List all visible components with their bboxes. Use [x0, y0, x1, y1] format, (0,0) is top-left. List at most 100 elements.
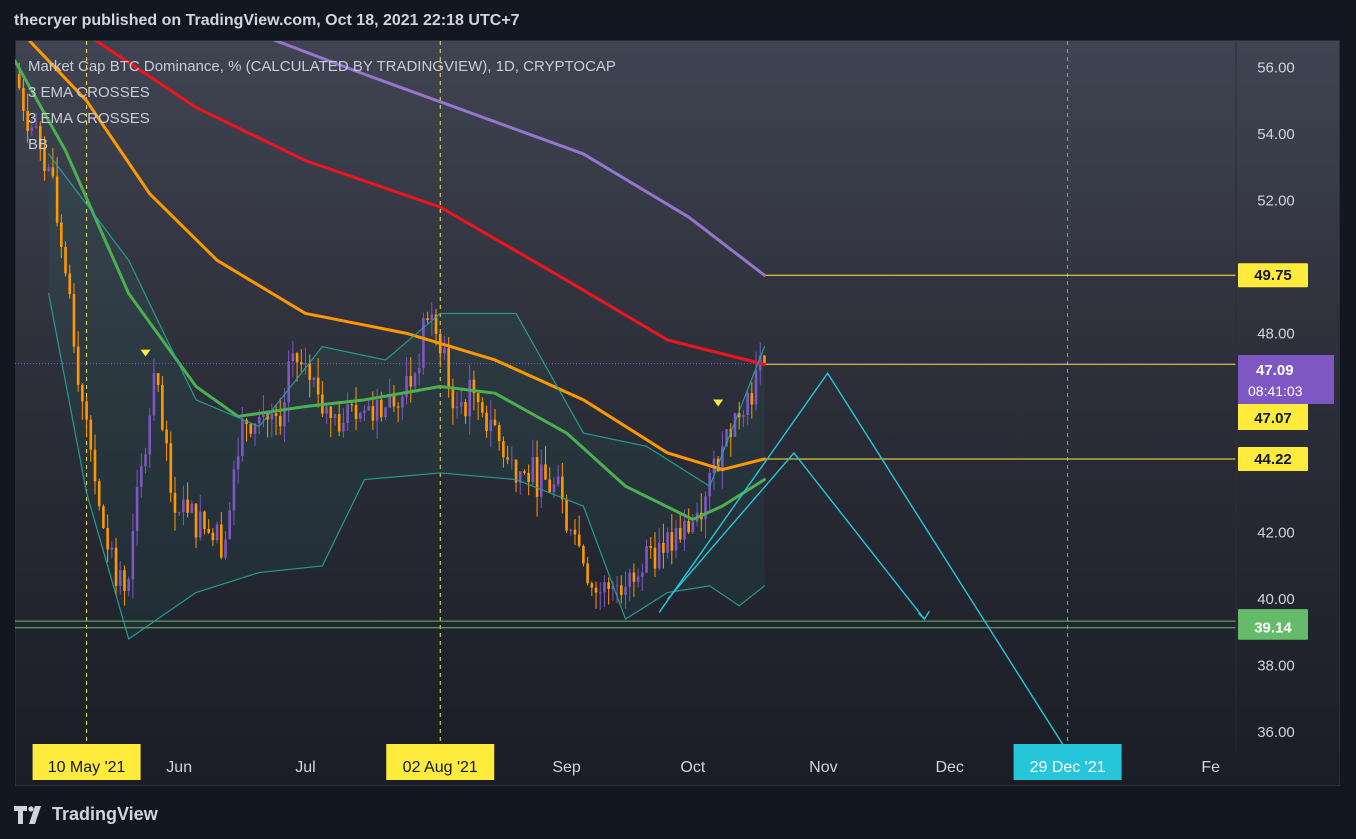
candle-body: [329, 406, 333, 419]
candle-body: [148, 415, 152, 455]
candle-body: [649, 546, 653, 548]
candle-body: [203, 511, 206, 529]
candle-body: [392, 395, 396, 407]
candle-body: [569, 529, 573, 531]
candle-body: [295, 353, 299, 363]
candle-body: [510, 459, 514, 461]
candle-body: [270, 413, 274, 420]
candle-body: [657, 542, 661, 569]
candle-body: [594, 587, 598, 593]
candle-body: [401, 396, 404, 408]
candle-body: [89, 419, 93, 450]
candle-body: [72, 294, 76, 347]
candle-body: [224, 539, 227, 558]
candle-body: [544, 464, 547, 480]
candle-body: [742, 415, 745, 418]
candle-body: [55, 176, 59, 223]
candle-body: [182, 499, 185, 513]
candle-body: [211, 532, 215, 541]
tradingview-footer[interactable]: TradingView: [14, 804, 158, 825]
candle-body: [152, 373, 156, 416]
candle-body: [123, 570, 126, 591]
candle-body: [60, 222, 63, 247]
candle-body: [674, 528, 678, 551]
candle-body: [283, 402, 286, 427]
candle-body: [603, 582, 606, 593]
candle-body: [615, 585, 619, 587]
candle-body: [489, 419, 493, 432]
candle-body: [691, 521, 695, 533]
candle-body: [135, 486, 139, 531]
y-tick-label: 36.00: [1257, 724, 1295, 741]
candle-body: [455, 406, 459, 409]
candle-body: [447, 348, 450, 387]
candle-body: [632, 572, 636, 582]
candle-body: [573, 529, 577, 535]
candle-body: [552, 484, 556, 493]
candle-body: [670, 532, 674, 551]
candle-body: [85, 401, 88, 420]
x-tick-label: Oct: [680, 759, 705, 776]
candle-body: [312, 377, 316, 380]
candle-body: [750, 393, 754, 405]
candle-body: [375, 399, 379, 421]
candle-body: [636, 576, 640, 582]
candle-body: [81, 384, 84, 402]
candle-body: [64, 246, 67, 274]
x-tick-label: Jul: [295, 759, 315, 776]
x-tick-label: Nov: [809, 759, 837, 776]
candle-body: [561, 476, 564, 500]
candle-body: [506, 457, 509, 460]
candle-body: [337, 414, 341, 432]
candle-body: [169, 443, 173, 493]
candle-body: [76, 346, 80, 385]
candle-body: [409, 376, 413, 387]
candle-body: [687, 520, 690, 533]
indicator-bb[interactable]: BB: [28, 132, 616, 158]
candle-body: [241, 419, 244, 457]
candle-body: [47, 167, 50, 171]
x-tick-label: Fe: [1201, 759, 1220, 776]
candle-body: [763, 355, 766, 364]
candle-body: [22, 87, 25, 112]
x-tick-label: Dec: [935, 759, 963, 776]
candle-body: [388, 395, 392, 408]
candle-body: [485, 412, 488, 432]
candle-body: [114, 547, 118, 586]
candle-body: [342, 423, 345, 432]
symbol-title[interactable]: Market Cap BTC Dominance, % (CALCULATED …: [28, 54, 616, 80]
y-tick-label: 56.00: [1257, 60, 1295, 77]
candle-body: [333, 414, 337, 419]
indicator-ema-1[interactable]: 3 EMA CROSSES: [28, 80, 616, 106]
candle-body: [607, 582, 610, 589]
candle-body: [476, 393, 480, 403]
candle-body: [666, 532, 669, 553]
y-tick-label: 54.00: [1257, 126, 1295, 143]
level-label: 49.75: [1254, 267, 1292, 284]
candle-body: [110, 547, 114, 550]
level-label: 39.14: [1254, 620, 1292, 637]
candle-body: [228, 510, 232, 540]
candle-body: [165, 429, 168, 444]
y-tick-label: 48.00: [1257, 325, 1295, 342]
candle-body: [190, 503, 194, 513]
candle-body: [493, 419, 497, 426]
candle-body: [161, 384, 164, 430]
candle-body: [198, 511, 202, 538]
countdown-label: 08:41:03: [1248, 383, 1303, 399]
candle-body: [565, 499, 568, 531]
candle-body: [106, 528, 109, 550]
candle-body: [746, 393, 749, 416]
candle-body: [93, 449, 97, 482]
last-price-label: 47.09: [1256, 362, 1294, 379]
candle-body: [422, 318, 425, 368]
chart-legend: Market Cap BTC Dominance, % (CALCULATED …: [28, 54, 616, 158]
candle-body: [582, 546, 585, 564]
candle-body: [194, 503, 198, 538]
candle-body: [350, 404, 354, 406]
projection-arrowhead: [917, 610, 931, 621]
candle-body: [232, 469, 236, 511]
signal-triangle: [713, 399, 724, 407]
candle-body: [173, 492, 177, 513]
indicator-ema-2[interactable]: 3 EMA CROSSES: [28, 106, 616, 132]
